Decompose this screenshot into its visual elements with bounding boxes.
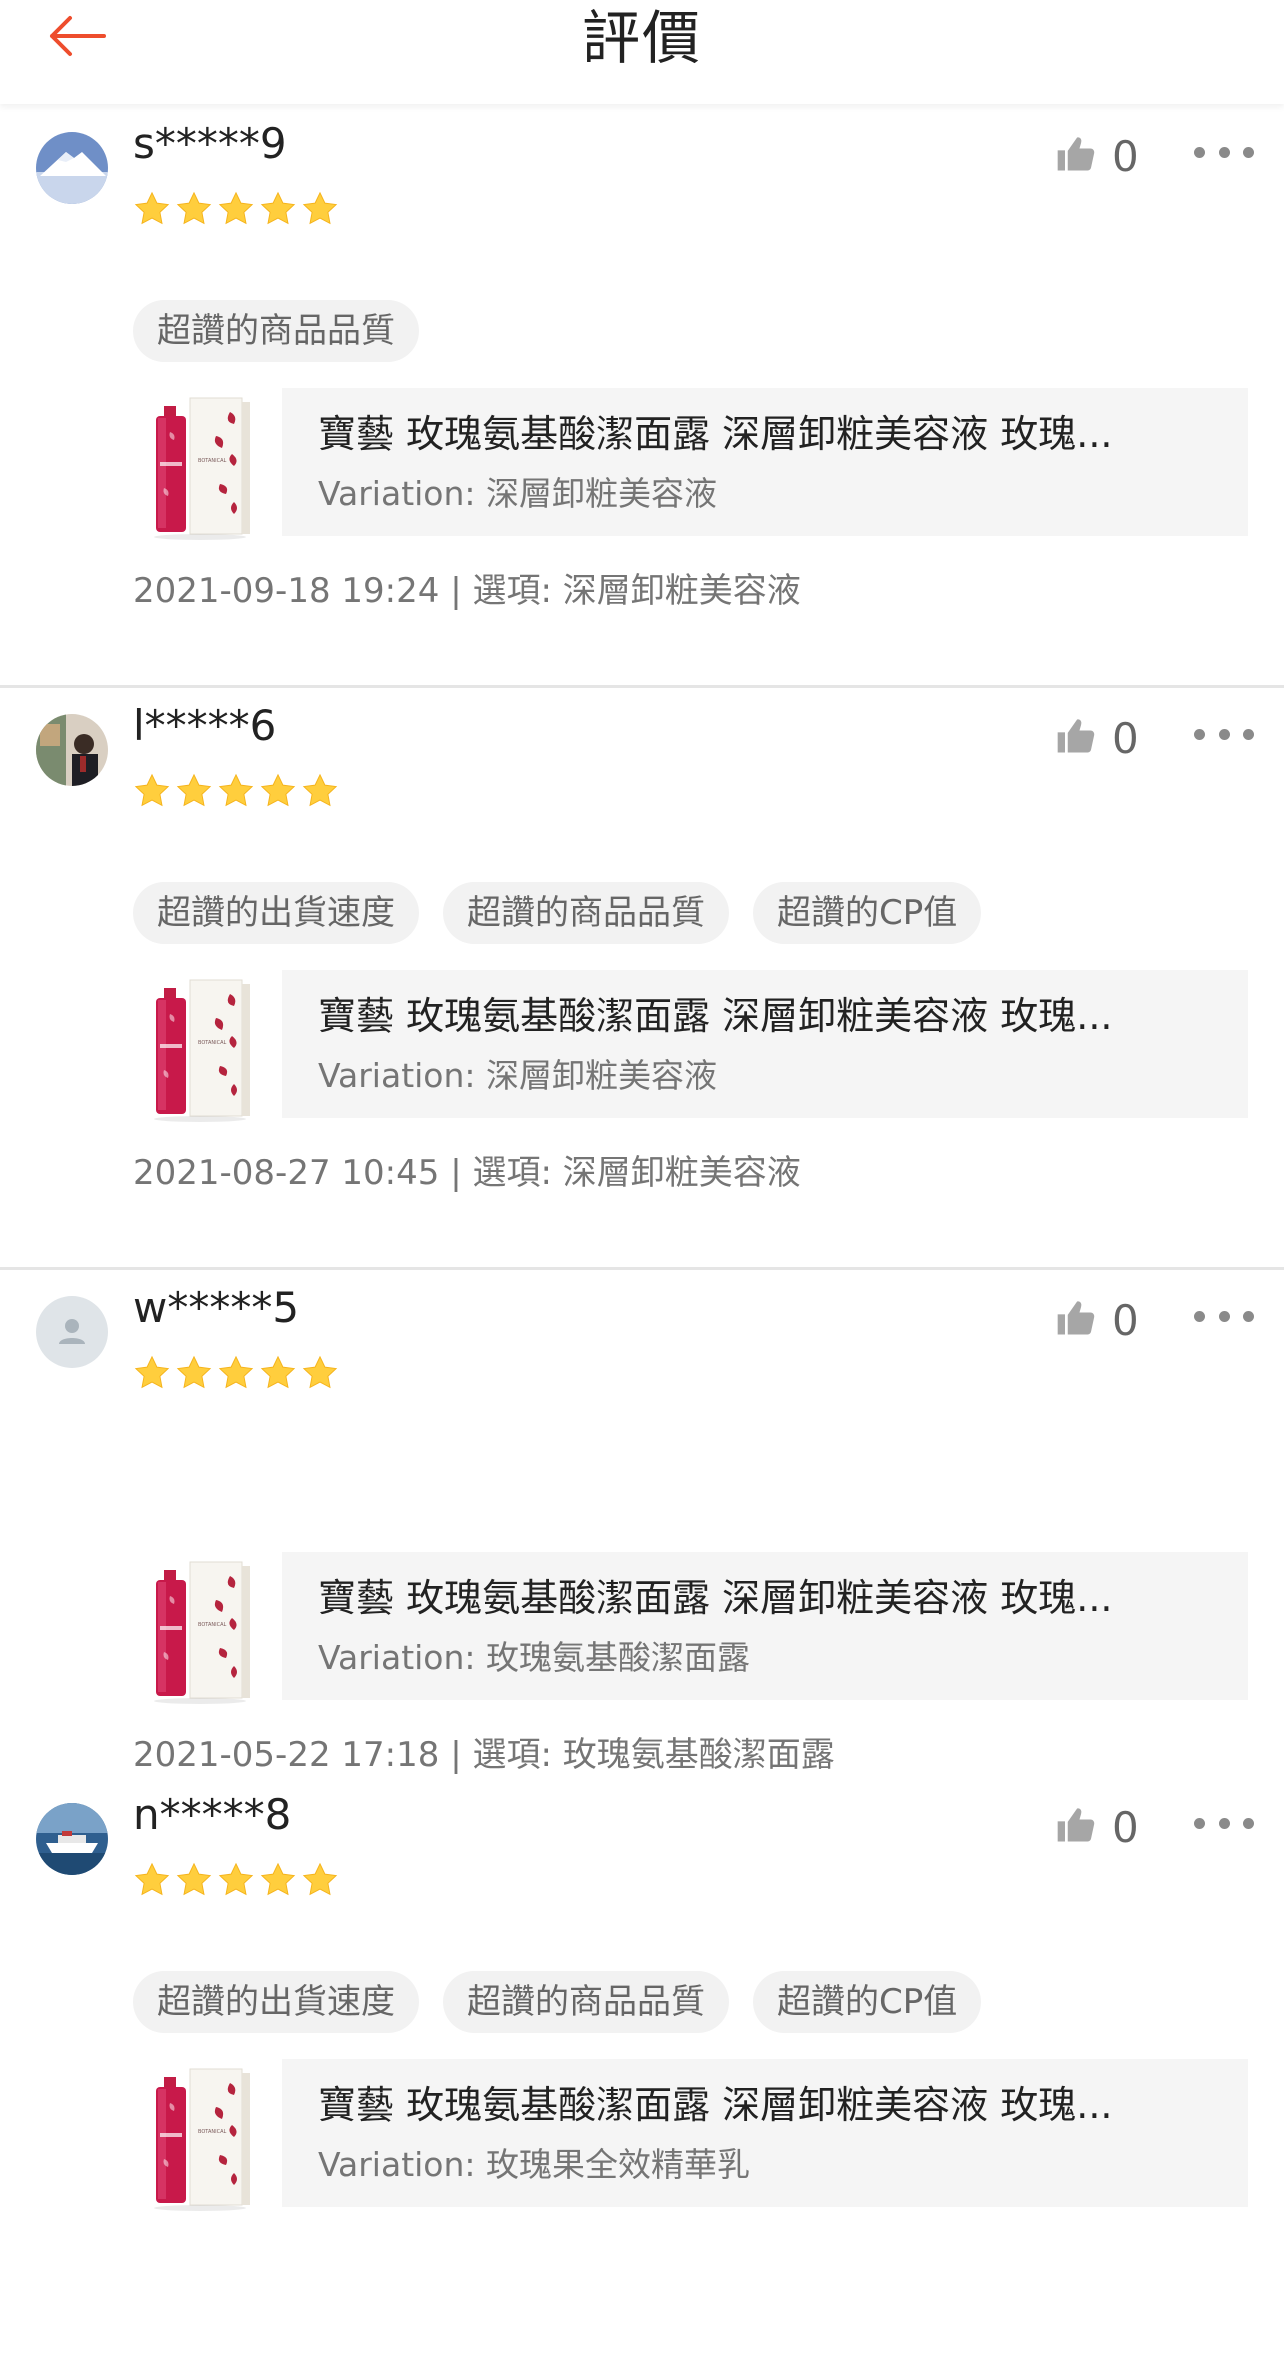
like-count: 0 <box>1112 131 1139 181</box>
rating-stars <box>133 1861 339 1903</box>
thumbs-up-icon <box>1054 1296 1098 1344</box>
more-options-icon[interactable] <box>1194 1296 1254 1336</box>
product-card[interactable]: 寶藝 玫瑰氨基酸潔面露 深層卸粧美容液 玫瑰... Variation: 深層卸粧… <box>282 970 1248 1118</box>
avatar[interactable] <box>36 714 108 786</box>
rating-stars <box>133 772 339 814</box>
star-icon <box>217 190 255 232</box>
product-variation: Variation: 深層卸粧美容液 <box>318 1056 718 1095</box>
like-count: 0 <box>1112 1295 1139 1345</box>
review-tag[interactable]: 超讚的商品品質 <box>443 1971 729 2033</box>
rating-stars <box>133 190 339 232</box>
like-button[interactable]: 0 <box>1054 124 1139 188</box>
avatar[interactable] <box>36 1296 108 1368</box>
review-tag[interactable]: 超讚的CP值 <box>753 882 982 944</box>
more-options-icon[interactable] <box>1194 132 1254 172</box>
more-options-icon[interactable] <box>1194 1803 1254 1843</box>
like-button[interactable]: 0 <box>1054 706 1139 770</box>
product-name: 寶藝 玫瑰氨基酸潔面露 深層卸粧美容液 玫瑰... <box>318 994 1113 1038</box>
svg-text:BOTANICAL: BOTANICAL <box>198 1622 226 1628</box>
rating-stars <box>133 1354 339 1396</box>
thumbs-up-icon <box>1054 132 1098 180</box>
svg-text:BOTANICAL: BOTANICAL <box>198 2129 226 2135</box>
star-icon <box>175 772 213 814</box>
star-icon <box>133 772 171 814</box>
thumbs-up-icon <box>1054 1803 1098 1851</box>
product-image[interactable]: BOTANICAL <box>150 2063 256 2213</box>
review-username: n*****8 <box>133 1790 292 1839</box>
review-card: w*****5 0 BOTANICAL 寶藝 玫瑰氨基酸潔面露 深層卸粧美容液 玫瑰… <box>0 1270 1284 1852</box>
product-card[interactable]: 寶藝 玫瑰氨基酸潔面露 深層卸粧美容液 玫瑰... Variation: 玫瑰果全… <box>282 2059 1248 2207</box>
star-icon <box>217 1861 255 1903</box>
review-card: l*****6 0 超讚的出貨速度 超讚的商品品質 超讚的CP值 BOTANICAL 寶藝… <box>0 688 1284 1270</box>
star-icon <box>301 772 339 814</box>
review-tags: 超讚的商品品質 <box>133 300 419 362</box>
star-icon <box>175 1354 213 1396</box>
product-name: 寶藝 玫瑰氨基酸潔面露 深層卸粧美容液 玫瑰... <box>318 412 1113 456</box>
star-icon <box>175 190 213 232</box>
svg-text:BOTANICAL: BOTANICAL <box>198 458 226 464</box>
like-button[interactable]: 0 <box>1054 1288 1139 1352</box>
product-card[interactable]: 寶藝 玫瑰氨基酸潔面露 深層卸粧美容液 玫瑰... Variation: 深層卸粧… <box>282 388 1248 536</box>
review-card: n*****8 0 超讚的出貨速度 超讚的商品品質 超讚的CP值 BOTANICAL 寶藝… <box>0 1777 1284 2359</box>
review-tags: 超讚的出貨速度 超讚的商品品質 超讚的CP值 <box>133 1971 982 2033</box>
product-image[interactable]: BOTANICAL <box>150 392 256 542</box>
product-variation: Variation: 玫瑰氨基酸潔面露 <box>318 1638 751 1677</box>
more-options-icon[interactable] <box>1194 714 1254 754</box>
page-title: 評價 <box>581 4 702 72</box>
review-card: s*****9 0 超讚的商品品質 BOTANICAL 寶藝 玫瑰氨基酸潔面露 深層卸… <box>0 106 1284 688</box>
product-image[interactable]: BOTANICAL <box>150 1556 256 1706</box>
review-meta: 2021-09-18 19:24 | 選項: 深層卸粧美容液 <box>133 571 801 611</box>
review-tag[interactable]: 超讚的出貨速度 <box>133 882 419 944</box>
star-icon <box>259 1354 297 1396</box>
like-count: 0 <box>1112 1802 1139 1852</box>
review-tag[interactable]: 超讚的出貨速度 <box>133 1971 419 2033</box>
star-icon <box>175 1861 213 1903</box>
svg-text:BOTANICAL: BOTANICAL <box>198 1040 226 1046</box>
product-image[interactable]: BOTANICAL <box>150 974 256 1124</box>
star-icon <box>259 772 297 814</box>
product-variation: Variation: 玫瑰果全效精華乳 <box>318 2145 751 2184</box>
review-username: l*****6 <box>133 701 277 750</box>
product-name: 寶藝 玫瑰氨基酸潔面露 深層卸粧美容液 玫瑰... <box>318 2083 1113 2127</box>
header-bar: 評價 <box>0 0 1284 104</box>
review-meta: 2021-08-27 10:45 | 選項: 深層卸粧美容液 <box>133 1153 801 1193</box>
review-meta: 2021-05-22 17:18 | 選項: 玫瑰氨基酸潔面露 <box>133 1735 835 1775</box>
review-username: w*****5 <box>133 1283 300 1332</box>
review-tag[interactable]: 超讚的商品品質 <box>443 882 729 944</box>
review-tags: 超讚的出貨速度 超讚的商品品質 超讚的CP值 <box>133 882 982 944</box>
star-icon <box>133 1354 171 1396</box>
star-icon <box>133 1861 171 1903</box>
star-icon <box>259 190 297 232</box>
thumbs-up-icon <box>1054 714 1098 762</box>
like-count: 0 <box>1112 713 1139 763</box>
product-name: 寶藝 玫瑰氨基酸潔面露 深層卸粧美容液 玫瑰... <box>318 1576 1113 1620</box>
star-icon <box>301 1861 339 1903</box>
product-card[interactable]: 寶藝 玫瑰氨基酸潔面露 深層卸粧美容液 玫瑰... Variation: 玫瑰氨基… <box>282 1552 1248 1700</box>
star-icon <box>217 772 255 814</box>
star-icon <box>259 1861 297 1903</box>
product-variation: Variation: 深層卸粧美容液 <box>318 474 718 513</box>
avatar[interactable] <box>36 1803 108 1875</box>
star-icon <box>301 1354 339 1396</box>
like-button[interactable]: 0 <box>1054 1795 1139 1859</box>
review-username: s*****9 <box>133 119 287 168</box>
review-tag[interactable]: 超讚的CP值 <box>753 1971 982 2033</box>
review-tag[interactable]: 超讚的商品品質 <box>133 300 419 362</box>
avatar[interactable] <box>36 132 108 204</box>
star-icon <box>133 190 171 232</box>
star-icon <box>217 1354 255 1396</box>
star-icon <box>301 190 339 232</box>
